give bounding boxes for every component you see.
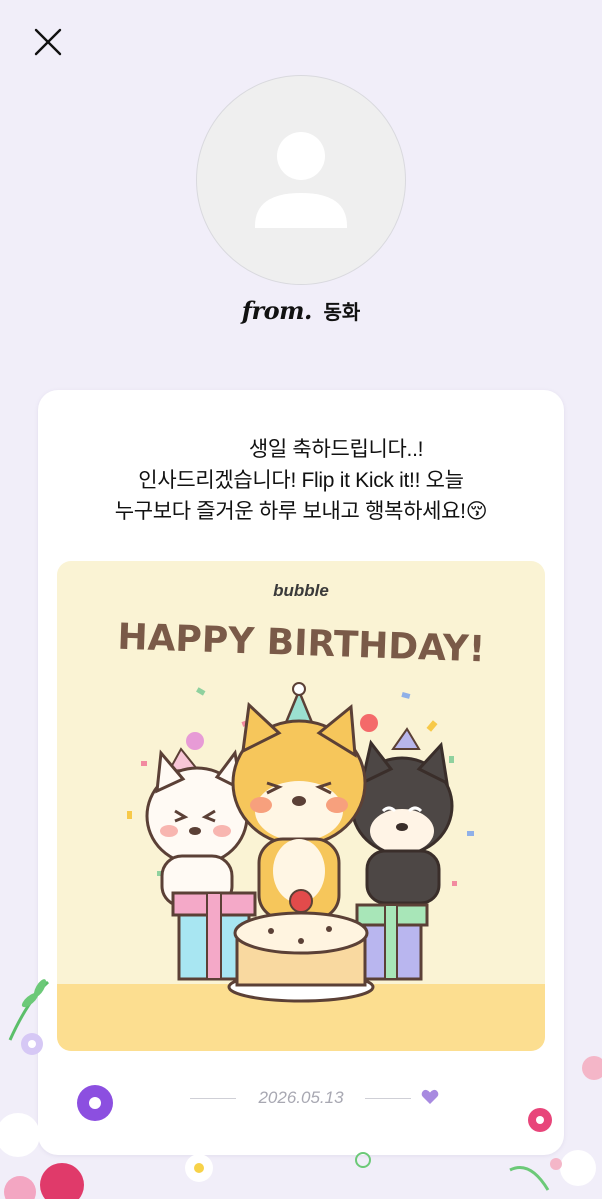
heart-icon[interactable] xyxy=(421,1089,439,1105)
birthday-card-image[interactable]: bubble HAPPY BIRTHDAY! xyxy=(57,561,545,1051)
from-prefix: from. xyxy=(241,296,313,325)
message-line: 생일 축하드립니다..! xyxy=(248,438,424,461)
headline-text: HAPPY BIRTHDAY! xyxy=(117,617,486,671)
birthday-message-screen: from. 동화 생일 축하드립니다..! 인사드리겠습니다! Flip it … xyxy=(0,0,602,1199)
divider xyxy=(365,1098,411,1099)
dogs-with-cake-illustration xyxy=(127,682,474,1003)
shiba-dog-illustration xyxy=(231,682,367,921)
sender-line: from. 동화 xyxy=(0,296,602,325)
message-text: 생일 축하드립니다..! 인사드리겠습니다! Flip it Kick it!!… xyxy=(58,434,544,527)
user-silhouette-icon xyxy=(255,132,347,228)
avatar xyxy=(196,75,406,285)
brand-logo: bubble xyxy=(273,581,329,600)
close-icon xyxy=(34,28,62,56)
flower-decoration-icon xyxy=(0,979,113,1199)
message-line: 누구보다 즐거운 하루 보내고 행복하세요!😚 xyxy=(114,500,488,523)
flower-decoration-icon xyxy=(509,1056,602,1191)
flower-decoration-icon xyxy=(185,1152,371,1182)
black-dog-illustration xyxy=(350,727,454,905)
white-dog-illustration xyxy=(145,747,249,908)
close-button[interactable] xyxy=(28,22,68,62)
sender-name: 동화 xyxy=(323,302,361,324)
message-line: 인사드리겠습니다! Flip it Kick it!! 오늘 xyxy=(138,469,464,492)
